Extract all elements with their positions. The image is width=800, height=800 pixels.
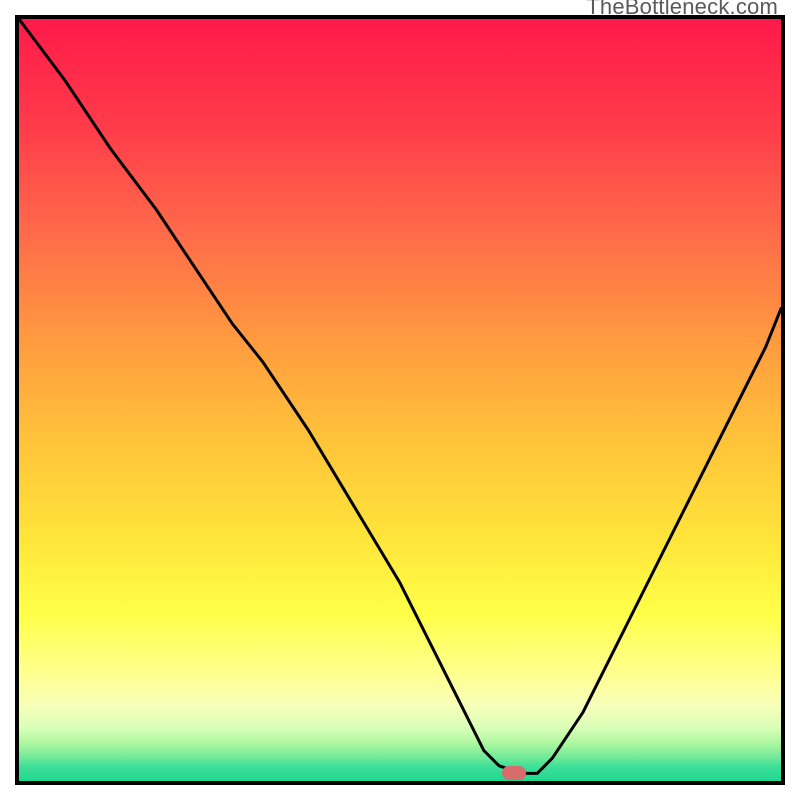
chart-background-gradient xyxy=(19,19,781,781)
optimal-point-marker xyxy=(502,766,526,780)
chart-frame xyxy=(15,15,785,785)
